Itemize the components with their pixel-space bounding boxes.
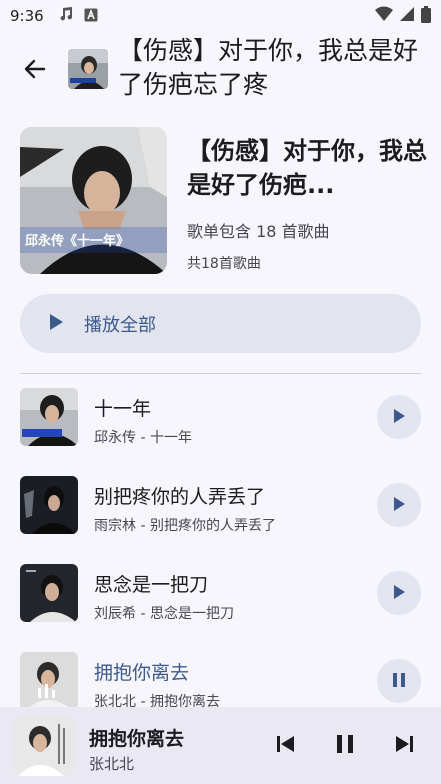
song-cover-image xyxy=(20,476,78,534)
song-subtitle: 邱永传 - 十一年 xyxy=(94,430,192,446)
playlist-song-count: 共18首歌曲 xyxy=(187,256,261,272)
status-bar: 9:36 xyxy=(0,0,441,32)
skip-next-button[interactable] xyxy=(388,730,420,762)
play-all-button[interactable]: 播放全部 xyxy=(20,294,421,353)
wifi-icon xyxy=(375,6,393,26)
play-icon xyxy=(48,313,64,335)
text-a-icon xyxy=(84,7,98,26)
mini-player-title: 拥抱你离去 xyxy=(89,728,185,750)
song-title: 十一年 xyxy=(94,398,152,420)
battery-icon xyxy=(421,5,431,27)
song-subtitle: 雨宗林 - 别把疼你的人弄丢了 xyxy=(94,518,276,534)
playlist-cover-image: 邱永传《十一年》 xyxy=(20,127,167,274)
music-note-icon xyxy=(58,6,74,26)
song-play-button[interactable] xyxy=(377,571,421,615)
skip-previous-button[interactable] xyxy=(270,730,302,762)
song-subtitle: 刘辰希 - 思念是一把刀 xyxy=(94,606,234,622)
song-pause-button[interactable] xyxy=(377,659,421,703)
song-play-button[interactable] xyxy=(377,395,421,439)
song-cover-image xyxy=(20,652,78,710)
mini-player[interactable]: 拥抱你离去 张北北 xyxy=(0,707,441,784)
song-title: 别把疼你的人弄丢了 xyxy=(94,486,266,508)
song-cover-image xyxy=(20,388,78,446)
play-icon xyxy=(393,496,405,515)
play-all-label: 播放全部 xyxy=(84,314,156,336)
song-title: 思念是一把刀 xyxy=(94,574,209,596)
song-title: 拥抱你离去 xyxy=(94,662,190,684)
song-cover-image xyxy=(20,564,78,622)
play-icon xyxy=(393,408,405,427)
status-time: 9:36 xyxy=(10,7,44,25)
pause-button[interactable] xyxy=(329,730,361,762)
mini-player-artist: 张北北 xyxy=(89,755,135,773)
song-row[interactable]: 思念是一把刀 刘辰希 - 思念是一把刀 xyxy=(0,550,441,638)
skip-previous-icon xyxy=(277,736,295,756)
pause-icon xyxy=(393,672,405,691)
mini-player-cover-image xyxy=(14,716,74,776)
signal-icon xyxy=(399,6,415,26)
play-icon xyxy=(393,584,405,603)
topbar-cover-image xyxy=(68,49,108,89)
playlist-title: 【伤感】对于你，我总是好了伤疤... xyxy=(187,137,427,199)
arrow-left-icon xyxy=(24,58,46,84)
back-button[interactable] xyxy=(18,54,52,88)
song-row[interactable]: 别把疼你的人弄丢了 雨宗林 - 别把疼你的人弄丢了 xyxy=(0,462,441,550)
cover-caption: 邱永传《十一年》 xyxy=(25,233,129,249)
song-row[interactable]: 十一年 邱永传 - 十一年 xyxy=(0,374,441,462)
pause-icon xyxy=(337,735,353,757)
page-title: 【伤感】对于你，我总是好了伤疤忘了疼 xyxy=(118,36,419,99)
playlist-description: 歌单包含 18 首歌曲 xyxy=(187,222,330,241)
top-app-bar: 【伤感】对于你，我总是好了伤疤忘了疼 xyxy=(0,32,441,110)
skip-next-icon xyxy=(395,736,413,756)
song-play-button[interactable] xyxy=(377,483,421,527)
